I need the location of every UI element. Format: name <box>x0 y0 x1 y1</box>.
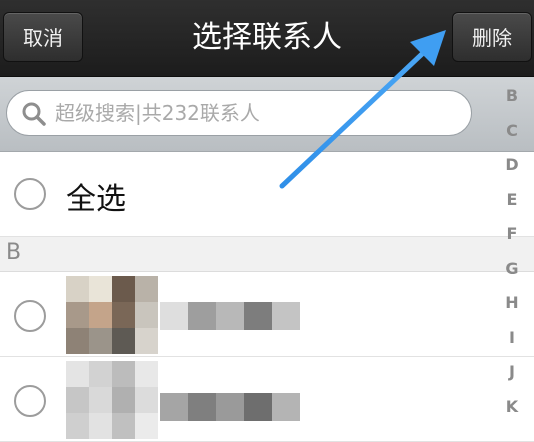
index-letter[interactable]: E <box>492 190 532 209</box>
index-letter[interactable]: D <box>492 155 532 174</box>
contact-row[interactable] <box>0 357 534 442</box>
index-letter[interactable]: C <box>492 121 532 140</box>
avatar <box>66 361 158 439</box>
search-box[interactable] <box>6 90 472 136</box>
index-letter[interactable]: B <box>492 86 532 105</box>
index-letter[interactable]: G <box>492 259 532 278</box>
cancel-button[interactable]: 取消 <box>3 12 83 62</box>
avatar <box>66 276 158 354</box>
select-all-row[interactable]: 全选 <box>0 152 534 237</box>
index-letter[interactable]: J <box>492 362 532 381</box>
search-bar <box>0 77 534 152</box>
title-bar: 取消 选择联系人 删除 <box>0 0 534 77</box>
alphabet-index[interactable]: BCDEFGHIJK <box>492 86 532 438</box>
section-header: B <box>0 237 534 272</box>
index-letter[interactable]: H <box>492 293 532 312</box>
index-letter[interactable]: F <box>492 224 532 243</box>
contact-name-blurred <box>160 393 300 421</box>
search-input[interactable] <box>55 91 455 135</box>
contact-name-blurred <box>160 302 300 330</box>
select-all-label: 全选 <box>66 182 126 217</box>
contact-radio[interactable] <box>14 300 46 332</box>
index-letter[interactable]: K <box>492 397 532 416</box>
contact-row[interactable] <box>0 272 534 357</box>
page-title: 选择联系人 <box>192 20 342 55</box>
select-all-radio[interactable] <box>14 178 46 210</box>
delete-button[interactable]: 删除 <box>452 12 532 62</box>
index-letter[interactable]: I <box>492 328 532 347</box>
search-icon <box>22 102 46 126</box>
contact-radio[interactable] <box>14 385 46 417</box>
section-header-label: B <box>6 240 22 265</box>
